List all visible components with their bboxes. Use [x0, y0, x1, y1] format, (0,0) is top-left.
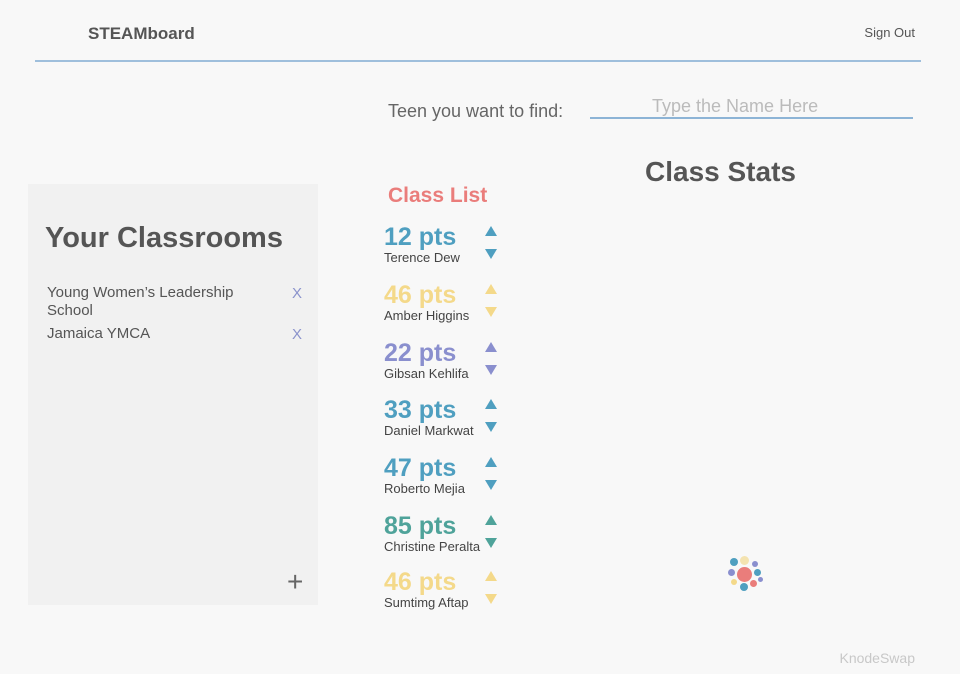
stats-bubble [731, 579, 737, 585]
increase-points-arrow-icon[interactable] [485, 284, 497, 294]
class-list-title: Class List [388, 184, 488, 207]
add-classroom-button[interactable]: + [287, 568, 303, 596]
student-name: Gibsan Kehlifa [384, 366, 469, 381]
student-points: 85 pts [384, 512, 457, 540]
student-name: Christine Peralta [384, 539, 481, 554]
student-name: Amber Higgins [384, 308, 470, 323]
stats-bubble [740, 556, 749, 565]
sign-out-link[interactable]: Sign Out [864, 25, 915, 40]
student-row: 46 pts Amber Higgins [384, 281, 514, 336]
student-row: 47 pts Roberto Mejia [384, 454, 514, 509]
decrease-points-arrow-icon[interactable] [485, 538, 497, 548]
decrease-points-arrow-icon[interactable] [485, 594, 497, 604]
classroom-name[interactable]: Young Women’s Leadership School [47, 284, 257, 320]
student-row: 85 pts Christine Peralta [384, 512, 514, 567]
student-points: 46 pts [384, 568, 457, 596]
stats-bubble [740, 583, 748, 591]
student-points: 47 pts [384, 454, 457, 482]
stats-bubble [754, 569, 761, 576]
class-stats-bubble-chart [728, 556, 768, 596]
student-points: 33 pts [384, 396, 457, 424]
student-row: 33 pts Daniel Markwat [384, 396, 514, 451]
classroom-list: Young Women’s Leadership School X Jamaic… [47, 284, 312, 348]
stats-bubble [750, 580, 757, 587]
decrease-points-arrow-icon[interactable] [485, 307, 497, 317]
decrease-points-arrow-icon[interactable] [485, 422, 497, 432]
footer-brand: KnodeSwap [839, 650, 915, 666]
student-name: Daniel Markwat [384, 423, 474, 438]
student-points: 22 pts [384, 339, 457, 367]
student-name: Terence Dew [384, 250, 460, 265]
stats-bubble [730, 558, 738, 566]
increase-points-arrow-icon[interactable] [485, 457, 497, 467]
classrooms-title: Your Classrooms [45, 222, 283, 254]
increase-points-arrow-icon[interactable] [485, 399, 497, 409]
student-row: 22 pts Gibsan Kehlifa [384, 339, 514, 394]
classrooms-panel: Your Classrooms Young Women’s Leadership… [28, 184, 318, 605]
remove-classroom-button[interactable]: X [292, 285, 302, 303]
student-name: Roberto Mejia [384, 481, 465, 496]
stats-bubble [752, 561, 758, 567]
search-input[interactable] [590, 95, 913, 119]
decrease-points-arrow-icon[interactable] [485, 365, 497, 375]
student-row: 12 pts Terence Dew [384, 223, 514, 278]
search-label: Teen you want to find: [388, 101, 564, 121]
class-stats-title: Class Stats [645, 156, 796, 187]
remove-classroom-button[interactable]: X [292, 326, 302, 344]
classroom-item[interactable]: Jamaica YMCA X [47, 325, 312, 343]
decrease-points-arrow-icon[interactable] [485, 480, 497, 490]
header-divider [35, 60, 921, 62]
classroom-item[interactable]: Young Women’s Leadership School X [47, 284, 312, 320]
app-logo: STEAMboard [88, 24, 195, 43]
stats-bubble [758, 577, 763, 582]
increase-points-arrow-icon[interactable] [485, 571, 497, 581]
student-points: 12 pts [384, 223, 457, 251]
increase-points-arrow-icon[interactable] [485, 515, 497, 525]
decrease-points-arrow-icon[interactable] [485, 249, 497, 259]
student-row: 46 pts Sumtimg Aftap [384, 568, 514, 623]
stats-bubble [728, 569, 735, 576]
student-points: 46 pts [384, 281, 457, 309]
stats-bubble [737, 567, 752, 582]
student-name: Sumtimg Aftap [384, 595, 469, 610]
classroom-name[interactable]: Jamaica YMCA [47, 325, 257, 343]
increase-points-arrow-icon[interactable] [485, 342, 497, 352]
increase-points-arrow-icon[interactable] [485, 226, 497, 236]
